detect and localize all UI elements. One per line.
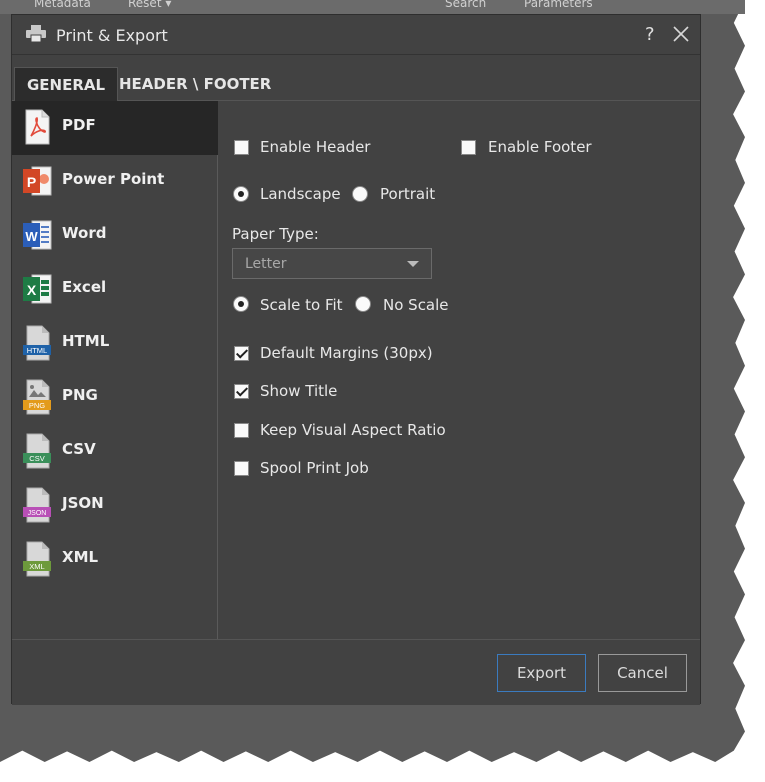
spool-print-job-checkbox[interactable]	[234, 461, 249, 476]
close-icon[interactable]	[670, 23, 692, 45]
tab-header-footer[interactable]: HEADER \ FOOTER	[107, 67, 283, 101]
no-scale-label: No Scale	[383, 296, 449, 314]
bg-search-tab: Search	[445, 0, 487, 10]
keep-aspect-ratio-label: Keep Visual Aspect Ratio	[260, 421, 446, 439]
format-sidebar: PDF P Power Point W Word X Excel HTML HT…	[12, 101, 218, 639]
help-button[interactable]: ?	[645, 24, 655, 45]
keep-aspect-ratio-checkbox[interactable]	[234, 423, 249, 438]
landscape-label: Landscape	[260, 185, 341, 203]
enable-header-checkbox[interactable]	[234, 140, 249, 155]
format-item-png[interactable]: PNG PNG	[12, 371, 218, 425]
bg-metadata-tab: Metadata	[34, 0, 91, 10]
spool-print-job-label: Spool Print Job	[260, 459, 369, 477]
json-file-icon: JSON	[23, 487, 51, 523]
format-item-xml[interactable]: XML XML	[12, 533, 218, 587]
bg-parameters-tab: Parameters	[524, 0, 593, 10]
paper-type-label: Paper Type:	[232, 225, 319, 243]
portrait-label: Portrait	[380, 185, 436, 203]
svg-text:P: P	[27, 174, 36, 190]
svg-text:PNG: PNG	[29, 401, 45, 410]
portrait-radio[interactable]	[352, 186, 368, 202]
dialog-footer: Export Cancel	[12, 639, 700, 705]
scale-to-fit-radio[interactable]	[233, 296, 249, 312]
paper-type-select[interactable]: Letter	[232, 248, 432, 279]
format-label: XML	[62, 548, 99, 566]
bg-reset-tab: Reset ▾	[128, 0, 172, 10]
export-button[interactable]: Export	[497, 654, 586, 692]
enable-footer-label: Enable Footer	[488, 138, 592, 156]
svg-text:CSV: CSV	[29, 454, 44, 463]
show-title-checkbox[interactable]	[234, 384, 249, 399]
format-label: Excel	[62, 278, 107, 296]
format-item-csv[interactable]: CSV CSV	[12, 425, 218, 479]
cancel-button[interactable]: Cancel	[598, 654, 687, 692]
dialog-tabs: GENERAL HEADER \ FOOTER	[12, 67, 700, 101]
no-scale-radio[interactable]	[355, 296, 371, 312]
format-label: Power Point	[62, 170, 165, 188]
dialog-title: Print & Export	[56, 26, 168, 45]
xml-file-icon: XML	[23, 541, 51, 577]
svg-text:XML: XML	[29, 562, 44, 571]
background-toolbar: Metadata Reset ▾ Search Parameters	[0, 0, 745, 14]
powerpoint-file-icon: P	[23, 166, 52, 196]
default-margins-checkbox[interactable]	[234, 346, 249, 361]
svg-text:JSON: JSON	[28, 510, 47, 517]
format-item-word[interactable]: W Word	[12, 209, 218, 263]
enable-header-label: Enable Header	[260, 138, 371, 156]
word-file-icon: W	[23, 220, 52, 250]
format-label: Word	[62, 224, 107, 242]
format-label: JSON	[62, 494, 104, 512]
show-title-label: Show Title	[260, 382, 338, 400]
enable-footer-checkbox[interactable]	[461, 140, 476, 155]
chevron-down-icon	[407, 261, 419, 267]
format-item-html[interactable]: HTML HTML	[12, 317, 218, 371]
svg-text:W: W	[25, 229, 38, 244]
format-label: HTML	[62, 332, 110, 350]
format-item-pdf[interactable]: PDF	[12, 101, 218, 155]
html-file-icon: HTML	[23, 325, 51, 361]
export-options-panel: Enable Header Enable Footer Landscape Po…	[219, 101, 701, 639]
default-margins-label: Default Margins (30px)	[260, 344, 433, 362]
format-item-json[interactable]: JSON JSON	[12, 479, 218, 533]
paper-type-value: Letter	[245, 256, 287, 272]
svg-text:X: X	[27, 282, 37, 298]
pdf-file-icon	[25, 109, 50, 145]
svg-text:HTML: HTML	[27, 346, 47, 355]
csv-file-icon: CSV	[23, 433, 51, 469]
dialog-titlebar: Print & Export ?	[12, 15, 700, 55]
landscape-radio[interactable]	[233, 186, 249, 202]
excel-file-icon: X	[23, 274, 52, 304]
format-label: PDF	[62, 116, 96, 134]
format-label: PNG	[62, 386, 98, 404]
format-item-powerpoint[interactable]: P Power Point	[12, 155, 218, 209]
format-item-excel[interactable]: X Excel	[12, 263, 218, 317]
scale-to-fit-label: Scale to Fit	[260, 296, 343, 314]
format-label: CSV	[62, 440, 96, 458]
tab-general[interactable]: GENERAL	[14, 67, 119, 101]
print-export-dialog: Print & Export ? GENERAL HEADER \ FOOTER…	[11, 14, 701, 705]
png-file-icon: PNG	[23, 379, 51, 415]
printer-icon	[26, 25, 46, 43]
